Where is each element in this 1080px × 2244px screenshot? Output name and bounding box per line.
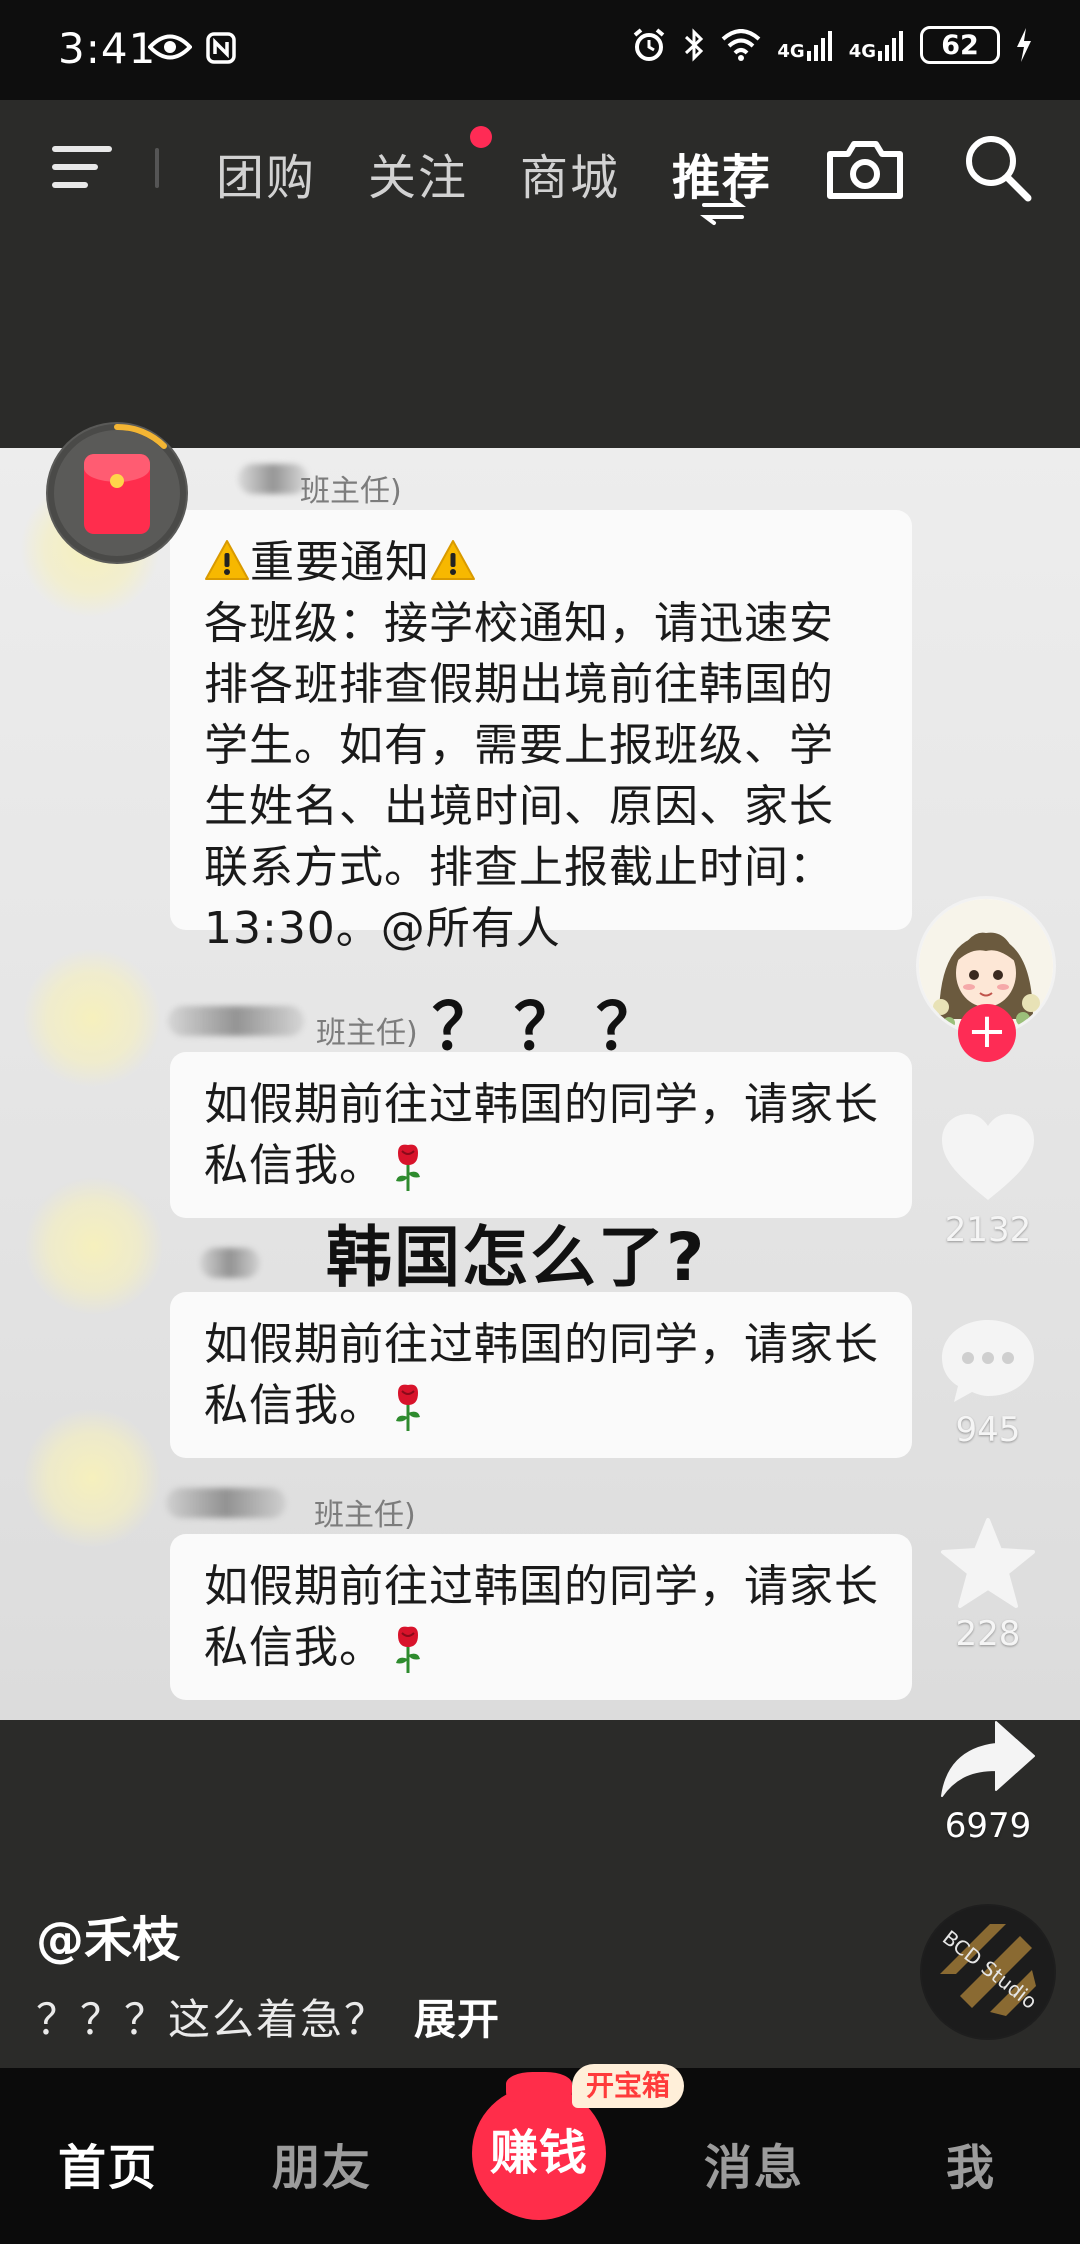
camera-icon[interactable] xyxy=(824,138,906,202)
warning-icon xyxy=(205,540,249,580)
status-time: 3:41 xyxy=(58,24,157,73)
swap-icon xyxy=(700,197,746,225)
blurred-avatar xyxy=(22,948,162,1088)
comment-count: 945 xyxy=(955,1410,1021,1450)
notification-dot xyxy=(470,126,492,148)
star-icon xyxy=(941,1518,1035,1608)
favorite-count: 228 xyxy=(955,1614,1021,1654)
signal-icon xyxy=(878,31,903,61)
nav-friends[interactable]: 朋友 xyxy=(272,2128,372,2198)
share-icon xyxy=(941,1721,1035,1797)
sender-blur xyxy=(168,1006,304,1036)
message-line: 排各班排查假期出境前往韩国的 xyxy=(204,659,834,710)
overlay-caption: 韩国怎么了? xyxy=(326,1219,707,1296)
expand-button[interactable]: 展开 xyxy=(414,1995,500,2044)
video-player[interactable]: 班主任) 重要通知 各班级：接学校通知，请迅速安 排各班排查假期出境前往韩国的 … xyxy=(0,448,1080,1720)
message-line: 如假期前往过韩国的同学，请家长 xyxy=(204,1561,879,1612)
comment-action[interactable]: 945 xyxy=(928,1316,1048,1450)
message-bubble: 重要通知 各班级：接学校通知，请迅速安 排各班排查假期出境前往韩国的 学生。如有… xyxy=(170,510,912,954)
favorite-action[interactable]: 228 xyxy=(928,1518,1048,1654)
share-count: 6979 xyxy=(944,1806,1032,1846)
bluetooth-icon xyxy=(685,28,704,62)
message-line: 如假期前往过韩国的同学，请家长 xyxy=(204,1319,879,1370)
message-line: 13:30。@所有人 xyxy=(204,903,561,954)
author-name[interactable]: @禾枝 xyxy=(36,1900,180,1970)
follow-button[interactable]: + xyxy=(958,1004,1016,1062)
status-right: 4G 4G 62 xyxy=(631,26,1032,64)
tab-mall[interactable]: 商城 xyxy=(520,138,620,208)
message-text: 私信我。 xyxy=(204,1622,384,1673)
message-bubble: 如假期前往过韩国的同学，请家长 私信我。 xyxy=(170,1052,912,1218)
treasure-badge[interactable]: 开宝箱 xyxy=(572,2064,685,2108)
message-line: 私信我。 xyxy=(204,1375,878,1436)
comment-icon xyxy=(942,1320,1034,1402)
red-envelope-widget[interactable] xyxy=(46,422,188,564)
nfc-icon xyxy=(206,32,236,64)
signal-2: 4G xyxy=(849,29,904,61)
share-action[interactable]: 6979 xyxy=(928,1720,1048,1846)
post-description: ？？？这么着急？ 展开 xyxy=(36,1986,500,2047)
message-text: 私信我。 xyxy=(204,1380,384,1431)
sender-name: 班主任) xyxy=(316,1016,418,1051)
notice-title: 重要通知 xyxy=(250,537,430,588)
like-action[interactable]: 2132 xyxy=(928,1112,1048,1250)
message-line: 联系方式。排查上报截止时间： xyxy=(204,842,834,893)
signal-1: 4G xyxy=(777,29,832,61)
rose-icon xyxy=(396,1144,420,1191)
nav-messages[interactable]: 消息 xyxy=(704,2128,804,2198)
wifi-icon xyxy=(722,29,761,61)
message-bubble: 如假期前往过韩国的同学，请家长 私信我。 xyxy=(170,1534,912,1700)
blurred-avatar xyxy=(22,1408,162,1548)
message-line: 生姓名、出境时间、原因、家长 xyxy=(204,781,834,832)
sender-blur xyxy=(166,1488,286,1518)
network-type-2: 4G xyxy=(848,41,876,62)
rose-icon xyxy=(396,1626,420,1673)
message-text: 私信我。 xyxy=(204,1140,384,1191)
nav-divider xyxy=(155,148,159,188)
music-disc-icon: BCD Studio xyxy=(922,1906,1054,2038)
sender-blur xyxy=(200,1248,260,1278)
description-text: ？？？这么着急？ xyxy=(36,1995,389,2044)
rose-icon xyxy=(396,1384,420,1431)
charging-icon xyxy=(1017,28,1031,62)
sender-blur xyxy=(238,464,308,494)
sender-name: 班主任) xyxy=(314,1498,416,1533)
warning-icon xyxy=(431,540,475,580)
message-line: 如假期前往过韩国的同学，请家长 xyxy=(204,1079,879,1130)
search-icon[interactable] xyxy=(962,132,1032,202)
nav-home[interactable]: 首页 xyxy=(58,2128,158,2198)
battery-indicator: 62 xyxy=(920,26,1000,64)
message-bubble: 如假期前往过韩国的同学，请家长 私信我。 xyxy=(170,1292,912,1458)
status-bar: 3:41 4G 4G 62 xyxy=(0,0,1080,100)
music-disc[interactable]: BCD Studio xyxy=(920,1904,1056,2040)
nav-me[interactable]: 我 xyxy=(946,2128,996,2198)
message-line: 私信我。 xyxy=(204,1135,878,1196)
signal-icon xyxy=(806,31,832,61)
notice-title-line: 重要通知 xyxy=(204,532,878,593)
red-envelope-icon xyxy=(84,454,150,534)
tab-following[interactable]: 关注 xyxy=(368,138,468,208)
alarm-icon xyxy=(634,28,665,61)
message-line: 私信我。 xyxy=(204,1617,878,1678)
message-line: 各班级：接学校通知，请迅速安 xyxy=(204,598,834,649)
message-line: 学生。如有，需要上报班级、学 xyxy=(204,720,834,771)
like-count: 2132 xyxy=(944,1210,1032,1250)
menu-icon[interactable] xyxy=(52,144,114,190)
sender-name: 班主任) xyxy=(300,474,402,509)
eye-icon xyxy=(148,34,192,60)
heart-icon xyxy=(942,1114,1034,1200)
tab-group-buy[interactable]: 团购 xyxy=(216,138,316,208)
network-type-1: 4G xyxy=(777,41,805,62)
blurred-avatar xyxy=(24,1176,164,1316)
